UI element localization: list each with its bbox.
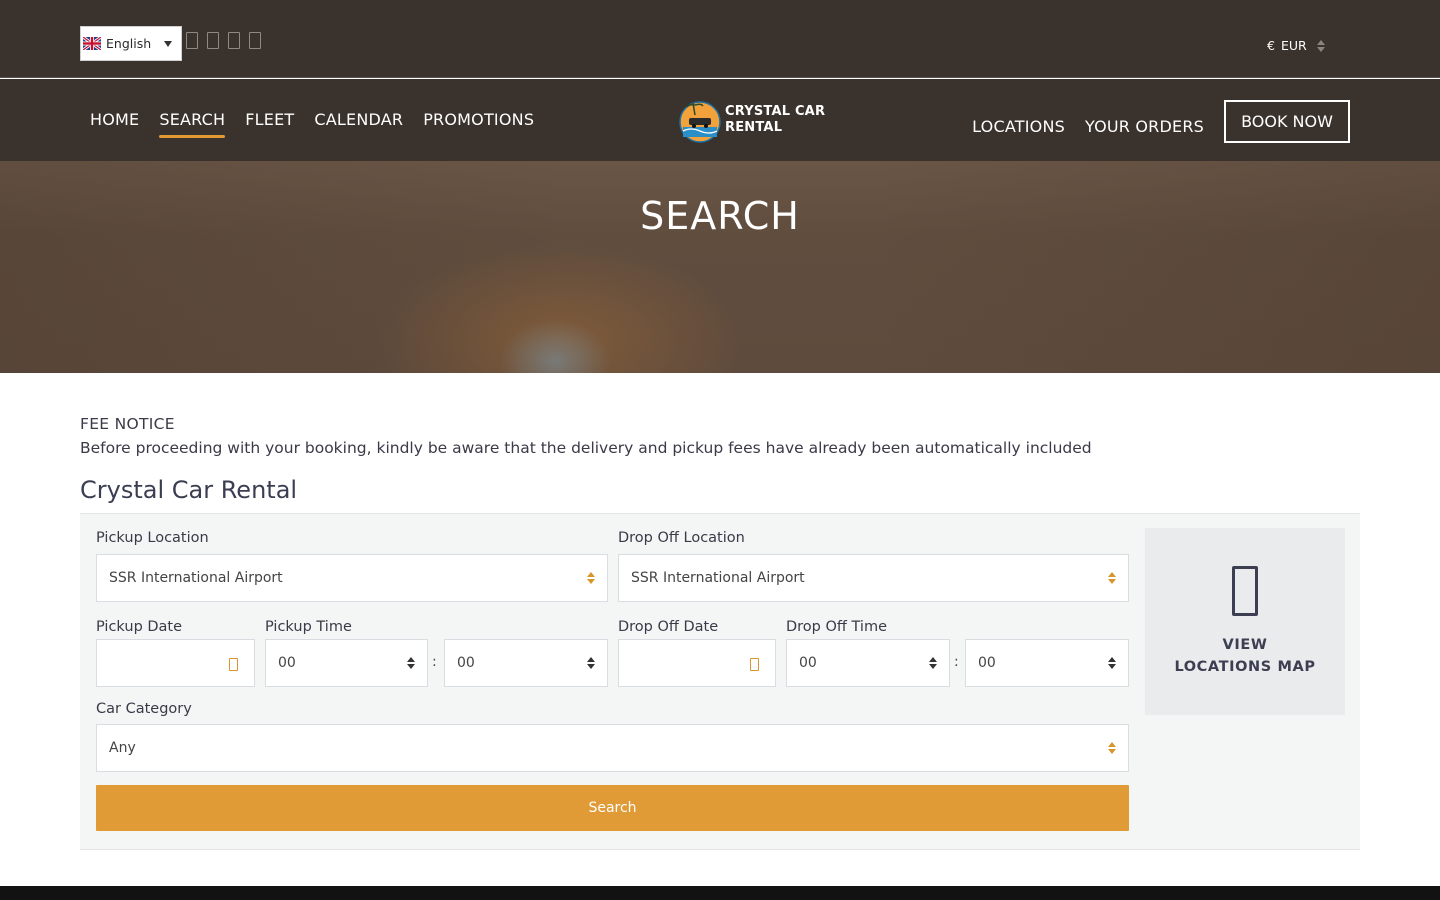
- nav-locations[interactable]: LOCATIONS: [972, 117, 1065, 137]
- view-locations-map-card[interactable]: VIEW LOCATIONS MAP: [1145, 528, 1345, 715]
- logo-emblem-icon: [679, 97, 721, 143]
- car-category-value: Any: [109, 740, 136, 756]
- nav-right: LOCATIONS YOUR ORDERS BOOK NOW: [972, 100, 1350, 143]
- select-arrows-icon: [929, 657, 937, 669]
- dropoff-time-label: Drop Off Time: [786, 619, 887, 635]
- currency-select[interactable]: € EUR: [1267, 38, 1325, 53]
- caret-down-icon: [164, 41, 172, 47]
- sort-arrows-icon: [1316, 39, 1325, 52]
- nav-home[interactable]: HOME: [90, 110, 139, 130]
- dropoff-hour-value: 00: [799, 655, 817, 671]
- nav-fleet[interactable]: FLEET: [245, 110, 294, 130]
- dropoff-location-value: SSR International Airport: [631, 570, 805, 586]
- car-category-select[interactable]: Any: [96, 724, 1129, 772]
- pickup-date-label: Pickup Date: [96, 619, 183, 635]
- dropoff-location-label: Drop Off Location: [618, 530, 745, 546]
- pickup-minute-value: 00: [457, 655, 475, 671]
- fee-notice-text: Before proceeding with your booking, kin…: [80, 439, 1092, 457]
- map-card-label: VIEW LOCATIONS MAP: [1174, 634, 1315, 678]
- select-arrows-icon: [1108, 742, 1116, 754]
- main-nav: HOME SEARCH FLEET CALENDAR PROMOTIONS CR…: [0, 79, 1440, 161]
- map-card-line-1: VIEW: [1222, 637, 1268, 653]
- time-separator: :: [432, 654, 437, 670]
- select-arrows-icon: [587, 657, 595, 669]
- calendar-icon: [229, 658, 238, 671]
- book-now-button[interactable]: BOOK NOW: [1224, 100, 1350, 143]
- currency-code: EUR: [1280, 38, 1307, 53]
- car-category-label: Car Category: [96, 701, 192, 717]
- social-links: [186, 32, 261, 49]
- nav-calendar[interactable]: CALENDAR: [314, 110, 403, 130]
- logo-line-2: RENTAL: [725, 120, 783, 135]
- twitter-icon[interactable]: [228, 32, 240, 49]
- page-title: SEARCH: [640, 194, 800, 238]
- language-select[interactable]: English: [80, 26, 182, 61]
- footer-edge: [0, 886, 1440, 900]
- pickup-location-value: SSR International Airport: [109, 570, 283, 586]
- pickup-time-label: Pickup Time: [265, 619, 352, 635]
- map-card-line-2: LOCATIONS MAP: [1174, 659, 1316, 675]
- search-button[interactable]: Search: [96, 785, 1129, 831]
- dropoff-date-label: Drop Off Date: [618, 619, 719, 635]
- pickup-minute-select[interactable]: 00: [444, 639, 608, 687]
- logo-line-1: CRYSTAL CAR: [725, 104, 826, 119]
- site-logo[interactable]: CRYSTAL CAR RENTAL: [679, 97, 825, 143]
- currency-symbol: €: [1267, 38, 1275, 53]
- uk-flag-icon: [83, 37, 101, 50]
- pickup-hour-select[interactable]: 00: [265, 639, 428, 687]
- tiktok-icon[interactable]: [249, 32, 261, 49]
- map-icon: [1232, 566, 1258, 616]
- nav-search[interactable]: SEARCH: [159, 110, 226, 138]
- hero-banner: SEARCH: [0, 161, 1440, 373]
- dropoff-minute-select[interactable]: 00: [965, 639, 1129, 687]
- dropoff-hour-select[interactable]: 00: [786, 639, 950, 687]
- pickup-location-label: Pickup Location: [96, 530, 209, 546]
- nav-promotions[interactable]: PROMOTIONS: [423, 110, 534, 130]
- select-arrows-icon: [1108, 657, 1116, 669]
- calendar-icon: [750, 658, 759, 671]
- time-separator: :: [954, 654, 959, 670]
- language-label: English: [106, 36, 152, 51]
- dropoff-location-select[interactable]: SSR International Airport: [618, 554, 1129, 602]
- pickup-hour-value: 00: [278, 655, 296, 671]
- nav-your-orders[interactable]: YOUR ORDERS: [1085, 117, 1204, 137]
- pickup-date-input[interactable]: [96, 639, 255, 687]
- select-arrows-icon: [407, 657, 415, 669]
- dropoff-date-input[interactable]: [618, 639, 776, 687]
- pickup-location-select[interactable]: SSR International Airport: [96, 554, 608, 602]
- company-name-heading: Crystal Car Rental: [80, 476, 298, 504]
- fee-notice-title: FEE NOTICE: [80, 415, 175, 433]
- top-bar: English € EUR: [0, 0, 1440, 78]
- select-arrows-icon: [1108, 572, 1116, 584]
- facebook-icon[interactable]: [186, 32, 198, 49]
- nav-left: HOME SEARCH FLEET CALENDAR PROMOTIONS: [90, 110, 534, 138]
- logo-text: CRYSTAL CAR RENTAL: [725, 104, 825, 136]
- instagram-icon[interactable]: [207, 32, 219, 49]
- select-arrows-icon: [587, 572, 595, 584]
- dropoff-minute-value: 00: [978, 655, 996, 671]
